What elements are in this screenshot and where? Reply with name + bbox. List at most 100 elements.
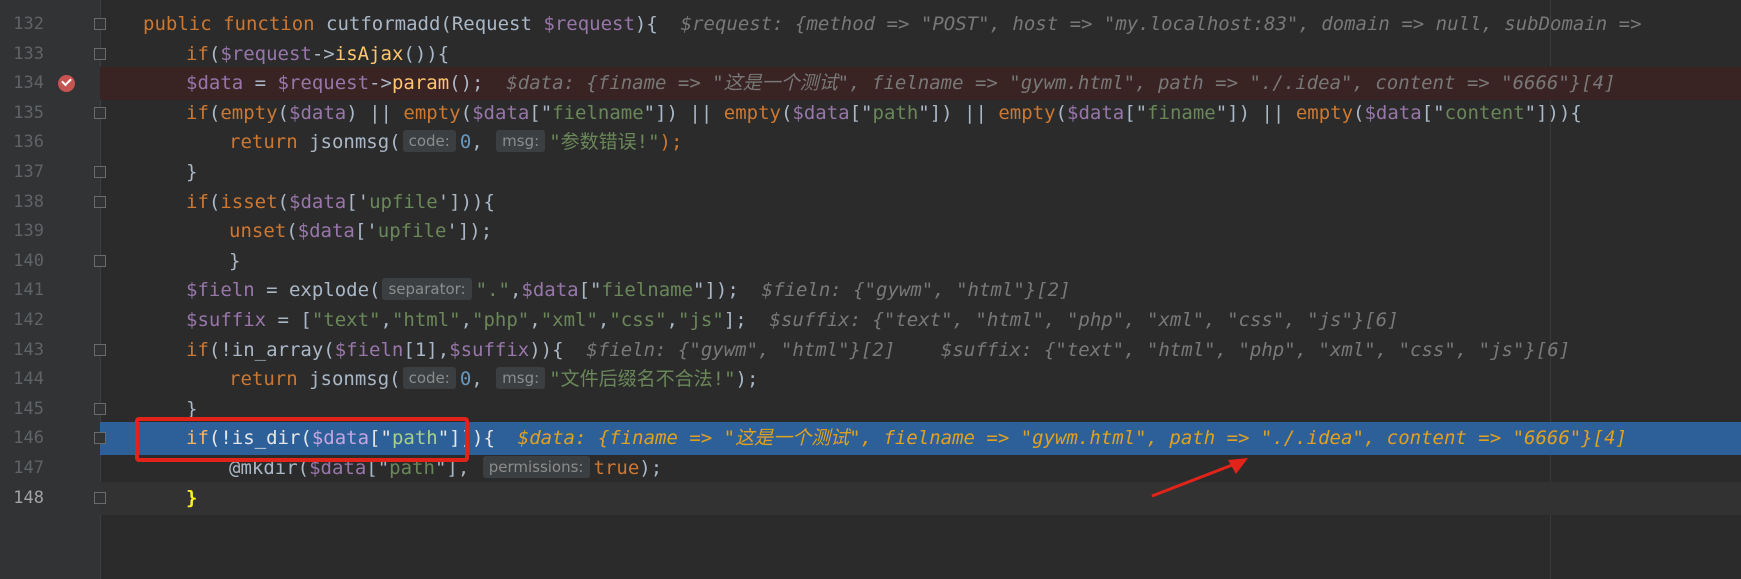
code-line[interactable]: 142 $suffix = ["text","html","php","xml",… (0, 304, 1741, 337)
code-token: ( (286, 220, 298, 243)
line-number[interactable]: 136 (0, 126, 44, 159)
code-token: ( (208, 190, 221, 213)
code-line[interactable]: 136 return jsonmsg(code: 0, msg: "参数错误!"); (0, 126, 1741, 159)
code-token: path (872, 101, 919, 124)
code-token: } (186, 161, 198, 183)
code-line[interactable]: 133 if($request->isAjax()){ (0, 38, 1741, 71)
code-token: upfile (369, 190, 438, 213)
code-token: fielname (601, 279, 694, 302)
code-line[interactable]: 141 $fieln = explode(separator: ".",$data[… (0, 274, 1741, 307)
fold-marker-icon[interactable] (94, 47, 106, 60)
line-number[interactable]: 140 (0, 245, 44, 278)
code-token: ); (639, 457, 663, 479)
code-token: ( (277, 190, 289, 213)
line-number[interactable]: 143 (0, 334, 44, 367)
line-number[interactable]: 132 (0, 8, 44, 41)
code-text[interactable]: } (229, 245, 240, 278)
code-token: ( (1055, 101, 1067, 124)
code-token: "html" (391, 309, 461, 331)
fold-marker-icon[interactable] (94, 491, 106, 504)
fold-marker-icon[interactable] (94, 343, 106, 356)
line-number[interactable]: 135 (0, 97, 44, 130)
parameter-hint: msg: (496, 130, 546, 153)
code-text[interactable]: $fieln = explode(separator: ".",$data["fi… (186, 274, 1071, 307)
code-token: $data (792, 101, 850, 124)
code-line[interactable]: 138 if(isset($data['upfile'])){ (0, 186, 1741, 219)
code-token: = (243, 72, 278, 95)
line-number[interactable]: 137 (0, 156, 44, 189)
code-text[interactable]: $data = $request->param(); $data: {finam… (186, 67, 1616, 100)
fold-marker-icon[interactable] (94, 106, 106, 119)
fold-marker-icon[interactable] (94, 254, 106, 267)
code-editor[interactable]: 132 public function cutformadd(Request $r… (0, 0, 1741, 579)
code-token: "css" (609, 309, 667, 331)
code-line[interactable]: 140} (0, 245, 1741, 278)
line-number[interactable]: 147 (0, 452, 44, 485)
line-number[interactable]: 139 (0, 215, 44, 248)
code-token: empty (723, 101, 781, 124)
code-token: jsonmsg( (309, 368, 401, 391)
code-token: [" (1421, 101, 1445, 124)
parameter-hint: code: (402, 130, 456, 153)
code-text[interactable]: if(empty($data) || empty($data["fielname… (186, 97, 1582, 130)
code-text[interactable]: if(!in_array($fieln[1],$suffix)){ $fieln… (186, 334, 1570, 367)
code-text[interactable]: $suffix = ["text","html","php","xml","cs… (186, 304, 1399, 337)
code-token: $suffix (449, 338, 530, 361)
line-number[interactable]: 138 (0, 186, 44, 219)
code-token: ()){ (403, 42, 450, 65)
line-number[interactable]: 144 (0, 363, 44, 396)
line-number[interactable]: 145 (0, 393, 44, 426)
line-number[interactable]: 133 (0, 38, 44, 71)
code-token: empty (998, 101, 1056, 124)
code-text[interactable]: return jsonmsg(code: 0, msg: "参数错误!"); (229, 126, 682, 159)
code-token: , (509, 279, 522, 302)
code-line[interactable]: 144 return jsonmsg(code: 0, msg: "文件后缀名不合法!… (0, 363, 1741, 396)
code-token: [1], (403, 338, 450, 361)
debug-inline-value: $suffix: {"text", "html", "php", "xml", … (746, 309, 1399, 331)
code-token: [" (1124, 101, 1148, 124)
fold-marker-icon[interactable] (94, 195, 106, 208)
code-token: $data (1364, 101, 1422, 124)
code-token: if (186, 338, 209, 361)
code-text[interactable]: if($request->isAjax()){ (186, 38, 449, 71)
annotation-arrow-icon (1151, 458, 1248, 498)
code-token: [" (529, 101, 553, 124)
code-text[interactable]: } (186, 156, 197, 189)
code-token: $data (1067, 101, 1125, 124)
line-number[interactable]: 142 (0, 304, 44, 337)
code-token: )){ (529, 338, 564, 361)
code-line[interactable]: 135 if(empty($data) || empty($data["fieln… (0, 97, 1741, 130)
code-token: return (229, 368, 310, 391)
code-token: , (666, 309, 678, 331)
fold-marker-icon[interactable] (94, 18, 106, 30)
code-token: if (186, 42, 209, 65)
code-line[interactable]: 139 unset($data['upfile']); (0, 215, 1741, 248)
code-line[interactable]: 137} (0, 156, 1741, 189)
code-text[interactable]: unset($data['upfile']); (229, 215, 492, 248)
line-number[interactable]: 141 (0, 274, 44, 307)
code-text[interactable]: } (186, 482, 197, 515)
code-line[interactable]: 148} (0, 481, 1741, 515)
fold-marker-icon[interactable] (94, 432, 106, 445)
code-text[interactable]: if(isset($data['upfile'])){ (186, 186, 495, 219)
code-token: , (471, 131, 495, 154)
code-token: isAjax (334, 42, 404, 65)
code-line[interactable]: 143 if(!in_array($fieln[1],$suffix)){ $fi… (0, 334, 1741, 367)
fold-marker-icon[interactable] (94, 166, 106, 178)
fold-marker-icon[interactable] (94, 402, 106, 415)
line-number[interactable]: 148 (0, 482, 44, 515)
code-token: , (460, 309, 473, 331)
code-token: [' (354, 220, 378, 243)
code-text[interactable]: return jsonmsg(code: 0, msg: "文件后缀名不合法!"); (229, 363, 758, 396)
code-token: = explode( (254, 279, 381, 302)
code-text[interactable]: public function cutformadd(Request $requ… (143, 8, 1642, 41)
code-line[interactable]: 132 public function cutformadd(Request $r… (0, 8, 1741, 41)
code-token: 0 (459, 368, 472, 391)
line-background (100, 156, 1741, 189)
code-line[interactable]: 134 $data = $request->param(); $data: {fi… (0, 67, 1741, 101)
code-token: ( (460, 101, 473, 124)
parameter-hint: msg: (496, 367, 546, 390)
line-number[interactable]: 134 (0, 67, 44, 100)
breakpoint-check-icon[interactable] (58, 75, 75, 93)
line-number[interactable]: 146 (0, 422, 44, 455)
